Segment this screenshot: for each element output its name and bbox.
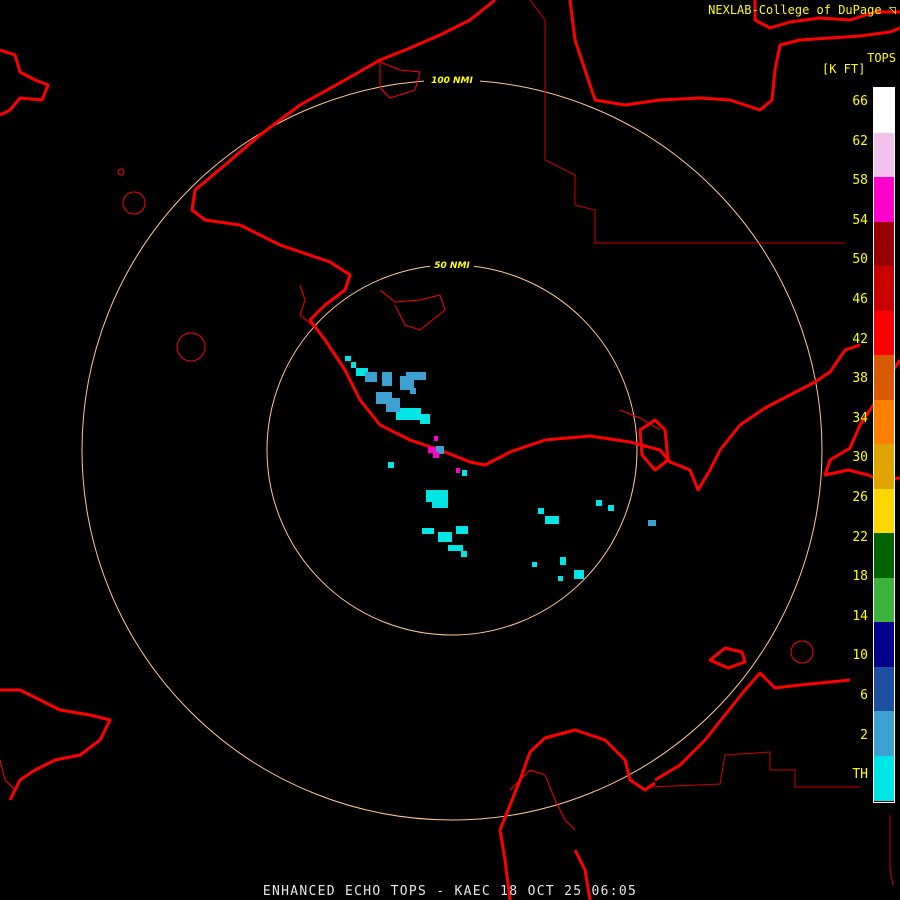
- legend-label: 54: [852, 212, 868, 228]
- ring-label-100: 100 NMI: [431, 76, 473, 86]
- legend-label: 38: [852, 371, 868, 387]
- legend-swatch: [874, 132, 894, 178]
- legend-label: 62: [852, 133, 868, 149]
- product-title: ENHANCED ECHO TOPS - KAEC 18 OCT 25 06:0…: [262, 884, 638, 899]
- legend-label: 6: [860, 688, 868, 703]
- credit-text: NEXLAB-College of DuPage ◹: [708, 3, 896, 17]
- legend-label: 22: [852, 529, 868, 545]
- legend-swatch: [874, 666, 894, 712]
- coastlines: [0, 0, 900, 900]
- ring-label-50: 50 NMI: [434, 261, 470, 271]
- legend-swatch: [874, 355, 894, 400]
- legend-label: 14: [852, 608, 868, 624]
- legend-swatch: [874, 399, 894, 445]
- legend-swatch: [874, 577, 894, 623]
- legend-swatch: [874, 310, 894, 356]
- color-scale-bar: [873, 87, 895, 803]
- legend-swatch: [874, 711, 894, 756]
- legend-swatch: [874, 177, 894, 222]
- legend-swatch: [874, 533, 894, 578]
- legend-label: 34: [852, 410, 868, 426]
- radar-map: 100 NMI 50 NMI: [0, 0, 900, 900]
- legend-swatch: [874, 88, 894, 133]
- legend-label: 46: [852, 292, 868, 307]
- legend-swatch: [874, 488, 894, 534]
- legend-label: 30: [852, 450, 868, 466]
- legend-swatch: [874, 444, 894, 489]
- legend-swatch: [874, 622, 894, 667]
- legend-label: 18: [852, 569, 868, 585]
- legend-label: 10: [852, 648, 868, 664]
- legend-unit: [K FT]: [822, 62, 866, 76]
- legend-swatch: [874, 221, 894, 267]
- range-ring-100nmi: [81, 79, 823, 821]
- legend-swatch: [874, 755, 894, 801]
- legend-label: TH: [852, 767, 868, 783]
- legend-label: 66: [852, 94, 868, 109]
- legend-label: 50: [852, 252, 868, 268]
- legend-swatch: [874, 266, 894, 311]
- coast-detail: [0, 61, 661, 831]
- range-ring-50nmi: [266, 264, 638, 636]
- legend-label: 2: [860, 727, 868, 743]
- legend-label: 42: [852, 331, 868, 347]
- legend-label: 58: [852, 173, 868, 189]
- legend-label: 26: [852, 490, 868, 505]
